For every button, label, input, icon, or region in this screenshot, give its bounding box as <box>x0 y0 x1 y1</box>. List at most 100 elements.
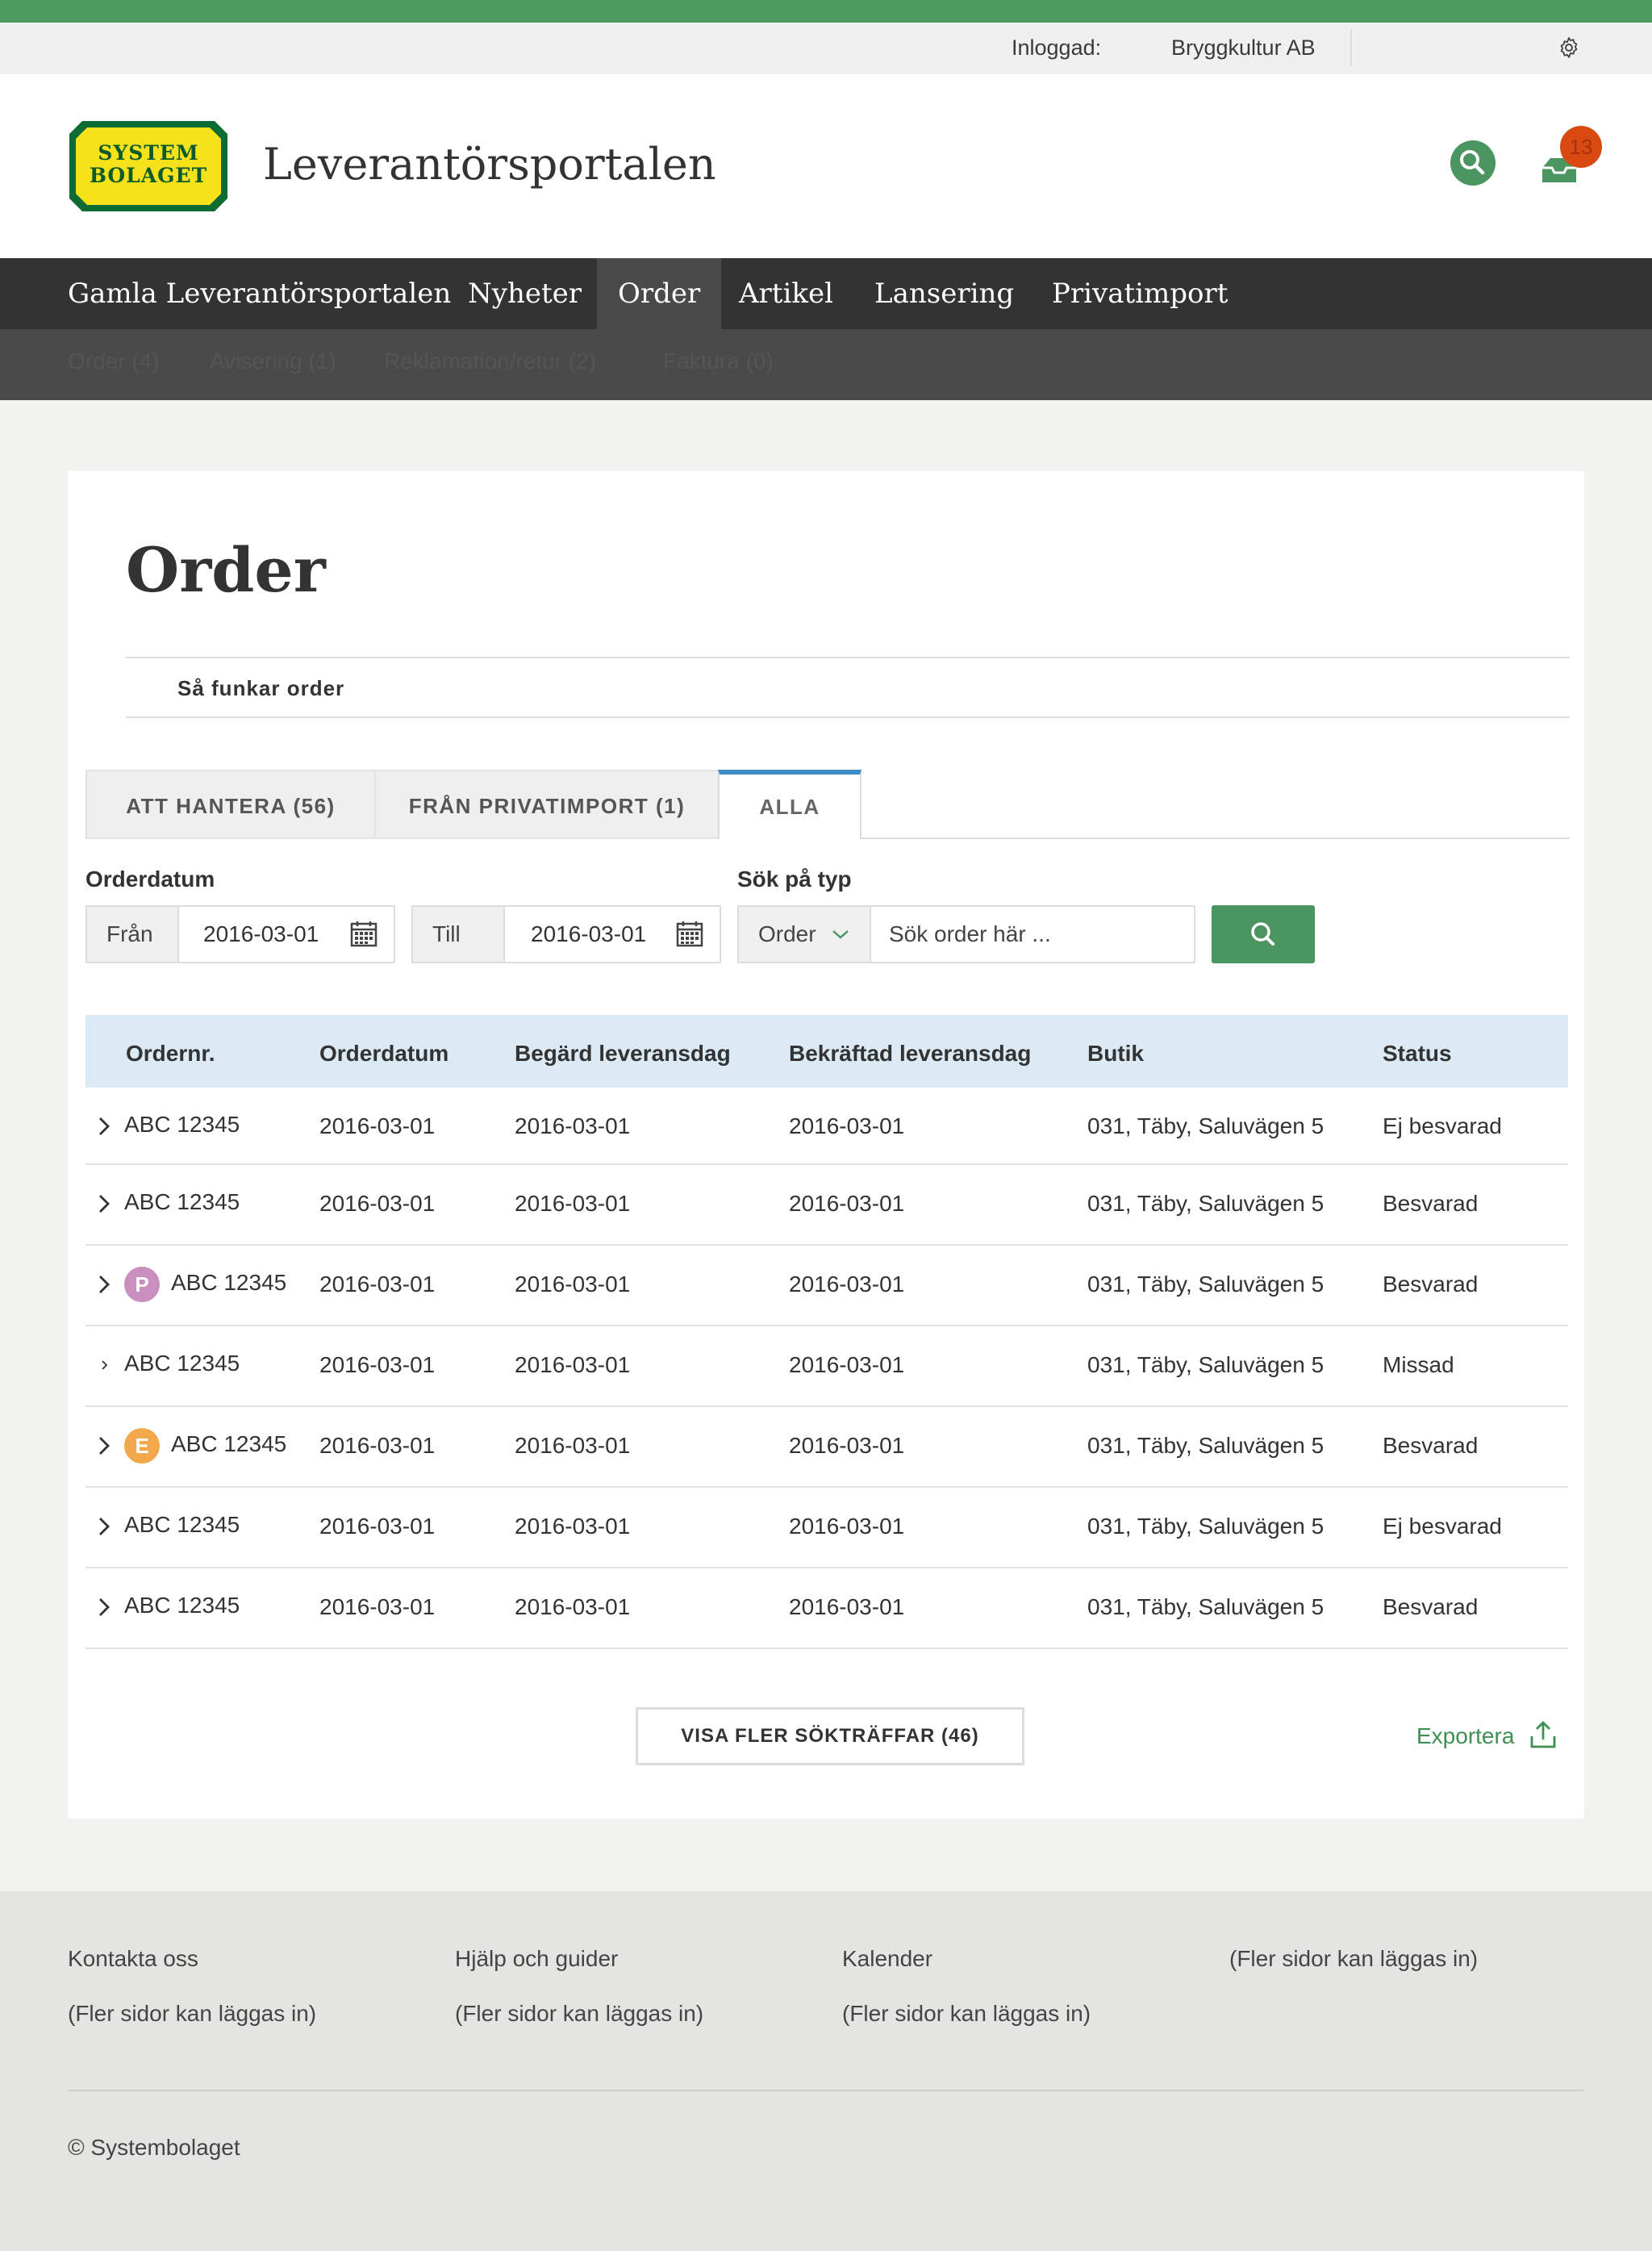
to-label: Till <box>411 905 505 963</box>
copyright: © Systembolaget <box>68 2135 240 2160</box>
order-search-input[interactable] <box>870 905 1195 963</box>
search-button[interactable] <box>1212 905 1315 963</box>
export-link[interactable]: Exportera <box>1416 1723 1514 1749</box>
calendar-icon[interactable] <box>350 920 378 947</box>
chevron-right-icon[interactable] <box>97 1596 111 1618</box>
order-number[interactable]: ABC 12345 <box>171 1270 286 1296</box>
nav-item-order[interactable]: Order <box>597 258 722 329</box>
column-header-ordernr[interactable]: Ordernr. <box>126 1041 215 1067</box>
cell-butik: 031, Täby, Saluvägen 5 <box>1087 1433 1325 1458</box>
tab-fran-privatimport[interactable]: FRÅN PRIVATIMPORT (1) <box>374 770 720 839</box>
cell-bekraftad: 2016-03-01 <box>789 1113 905 1138</box>
type-select[interactable]: Order <box>737 905 871 963</box>
nav-item-artikel[interactable]: Artikel <box>718 258 854 329</box>
order-number[interactable]: ABC 12345 <box>124 1189 240 1215</box>
site-title[interactable]: Leverantörsportalen <box>263 139 716 190</box>
logo-wordmark: SYSTEM BOLAGET <box>89 141 208 187</box>
column-header-bekraftad-leveransdag[interactable]: Bekräftad leveransdag <box>789 1041 1031 1067</box>
order-number[interactable]: ABC 12345 <box>124 1112 240 1138</box>
divider <box>126 716 1570 718</box>
footer-link-more-pages[interactable]: (Fler sidor kan läggas in) <box>1229 1946 1478 1972</box>
subnav-item-reklamation[interactable]: Reklamation/retur (2) <box>384 349 596 374</box>
tab-alla[interactable]: ALLA <box>718 770 861 839</box>
cell-bekraftad: 2016-03-01 <box>789 1594 905 1619</box>
footer-link-hjalp-och-guider[interactable]: Hjälp och guider <box>455 1946 618 1972</box>
company-name[interactable]: Bryggkultur AB <box>1171 35 1316 61</box>
how-it-works-link[interactable]: Så funkar order <box>177 676 344 701</box>
gear-icon[interactable] <box>1557 35 1581 60</box>
from-label: Från <box>86 905 179 963</box>
tab-att-hantera[interactable]: ATT HANTERA (56) <box>86 770 376 839</box>
row-divider <box>86 1567 1568 1568</box>
cell-status: Ej besvarad <box>1383 1514 1502 1539</box>
chevron-right-icon[interactable] <box>97 1192 111 1215</box>
site-footer <box>0 1891 1652 2251</box>
show-more-button[interactable]: VISA FLER SÖKTRÄFFAR (46) <box>636 1707 1024 1765</box>
chevron-right-icon[interactable] <box>97 1515 111 1538</box>
cell-butik: 031, Täby, Saluvägen 5 <box>1087 1594 1325 1619</box>
cell-butik: 031, Täby, Saluvägen 5 <box>1087 1514 1325 1539</box>
nav-item-gamla-leverantorsportalen[interactable]: Gamla Leverantörsportalen <box>47 258 472 329</box>
cell-orderdatum: 2016-03-01 <box>319 1352 436 1377</box>
row-divider <box>86 1486 1568 1488</box>
from-date-value: 2016-03-01 <box>203 921 319 946</box>
order-number[interactable]: ABC 12345 <box>171 1431 286 1457</box>
cell-status: Besvarad <box>1383 1594 1479 1619</box>
chevron-right-icon[interactable] <box>97 1115 111 1138</box>
page-title: Order <box>126 534 326 606</box>
footer-link-more-pages[interactable]: (Fler sidor kan läggas in) <box>455 2001 703 2027</box>
cell-begard: 2016-03-01 <box>515 1113 631 1138</box>
cell-begard: 2016-03-01 <box>515 1352 631 1377</box>
to-date-value: 2016-03-01 <box>531 921 647 946</box>
cell-orderdatum: 2016-03-01 <box>319 1594 436 1619</box>
cell-begard: 2016-03-01 <box>515 1272 631 1297</box>
nav-item-privatimport[interactable]: Privatimport <box>1031 258 1249 329</box>
notification-badge[interactable]: 13 <box>1560 126 1602 168</box>
cell-orderdatum: 2016-03-01 <box>319 1433 436 1458</box>
tab-baseline <box>860 837 1570 839</box>
cell-begard: 2016-03-01 <box>515 1433 631 1458</box>
chevron-down-icon <box>832 930 849 939</box>
nav-item-nyheter[interactable]: Nyheter <box>447 258 603 329</box>
cell-orderdatum: 2016-03-01 <box>319 1113 436 1138</box>
orderdatum-label: Orderdatum <box>86 867 215 892</box>
column-header-begard-leveransdag[interactable]: Begärd leveransdag <box>515 1041 731 1067</box>
chevron-right-icon[interactable] <box>97 1435 111 1457</box>
cell-bekraftad: 2016-03-01 <box>789 1272 905 1297</box>
row-divider <box>86 1648 1568 1649</box>
order-number[interactable]: ABC 12345 <box>124 1512 240 1538</box>
footer-link-kontakta-oss[interactable]: Kontakta oss <box>68 1946 198 1972</box>
column-header-status[interactable]: Status <box>1383 1041 1452 1067</box>
footer-link-more-pages[interactable]: (Fler sidor kan läggas in) <box>68 2001 316 2027</box>
cell-status: Besvarad <box>1383 1272 1479 1297</box>
footer-link-more-pages[interactable]: (Fler sidor kan läggas in) <box>842 2001 1091 2027</box>
utility-bar <box>0 23 1652 74</box>
subnav-item-avisering[interactable]: Avisering (1) <box>210 349 336 374</box>
cell-status: Besvarad <box>1383 1433 1479 1458</box>
column-header-orderdatum[interactable]: Orderdatum <box>319 1041 448 1067</box>
nav-item-lansering[interactable]: Lansering <box>853 258 1035 329</box>
header-search-button[interactable] <box>1450 140 1496 186</box>
chevron-right-icon[interactable] <box>97 1273 111 1296</box>
column-header-butik[interactable]: Butik <box>1087 1041 1144 1067</box>
cell-begard: 2016-03-01 <box>515 1594 631 1619</box>
row-divider <box>86 1244 1568 1246</box>
utility-divider <box>1350 29 1352 66</box>
cell-bekraftad: 2016-03-01 <box>789 1433 905 1458</box>
search-icon <box>1251 922 1274 946</box>
order-number[interactable]: ABC 12345 <box>124 1351 240 1376</box>
cell-begard: 2016-03-01 <box>515 1191 631 1216</box>
cell-orderdatum: 2016-03-01 <box>319 1272 436 1297</box>
upload-icon[interactable] <box>1529 1720 1557 1749</box>
cell-butik: 031, Täby, Saluvägen 5 <box>1087 1272 1325 1297</box>
cell-orderdatum: 2016-03-01 <box>319 1514 436 1539</box>
order-number[interactable]: ABC 12345 <box>124 1593 240 1618</box>
footer-link-kalender[interactable]: Kalender <box>842 1946 932 1972</box>
row-divider <box>86 1325 1568 1326</box>
subnav-item-order[interactable]: Order (4) <box>68 349 160 374</box>
row-divider <box>86 1405 1568 1407</box>
row-divider <box>86 1163 1568 1165</box>
calendar-icon[interactable] <box>676 920 703 947</box>
chevron-right-icon[interactable] <box>97 1354 111 1376</box>
subnav-item-faktura[interactable]: Faktura (0) <box>663 349 774 374</box>
